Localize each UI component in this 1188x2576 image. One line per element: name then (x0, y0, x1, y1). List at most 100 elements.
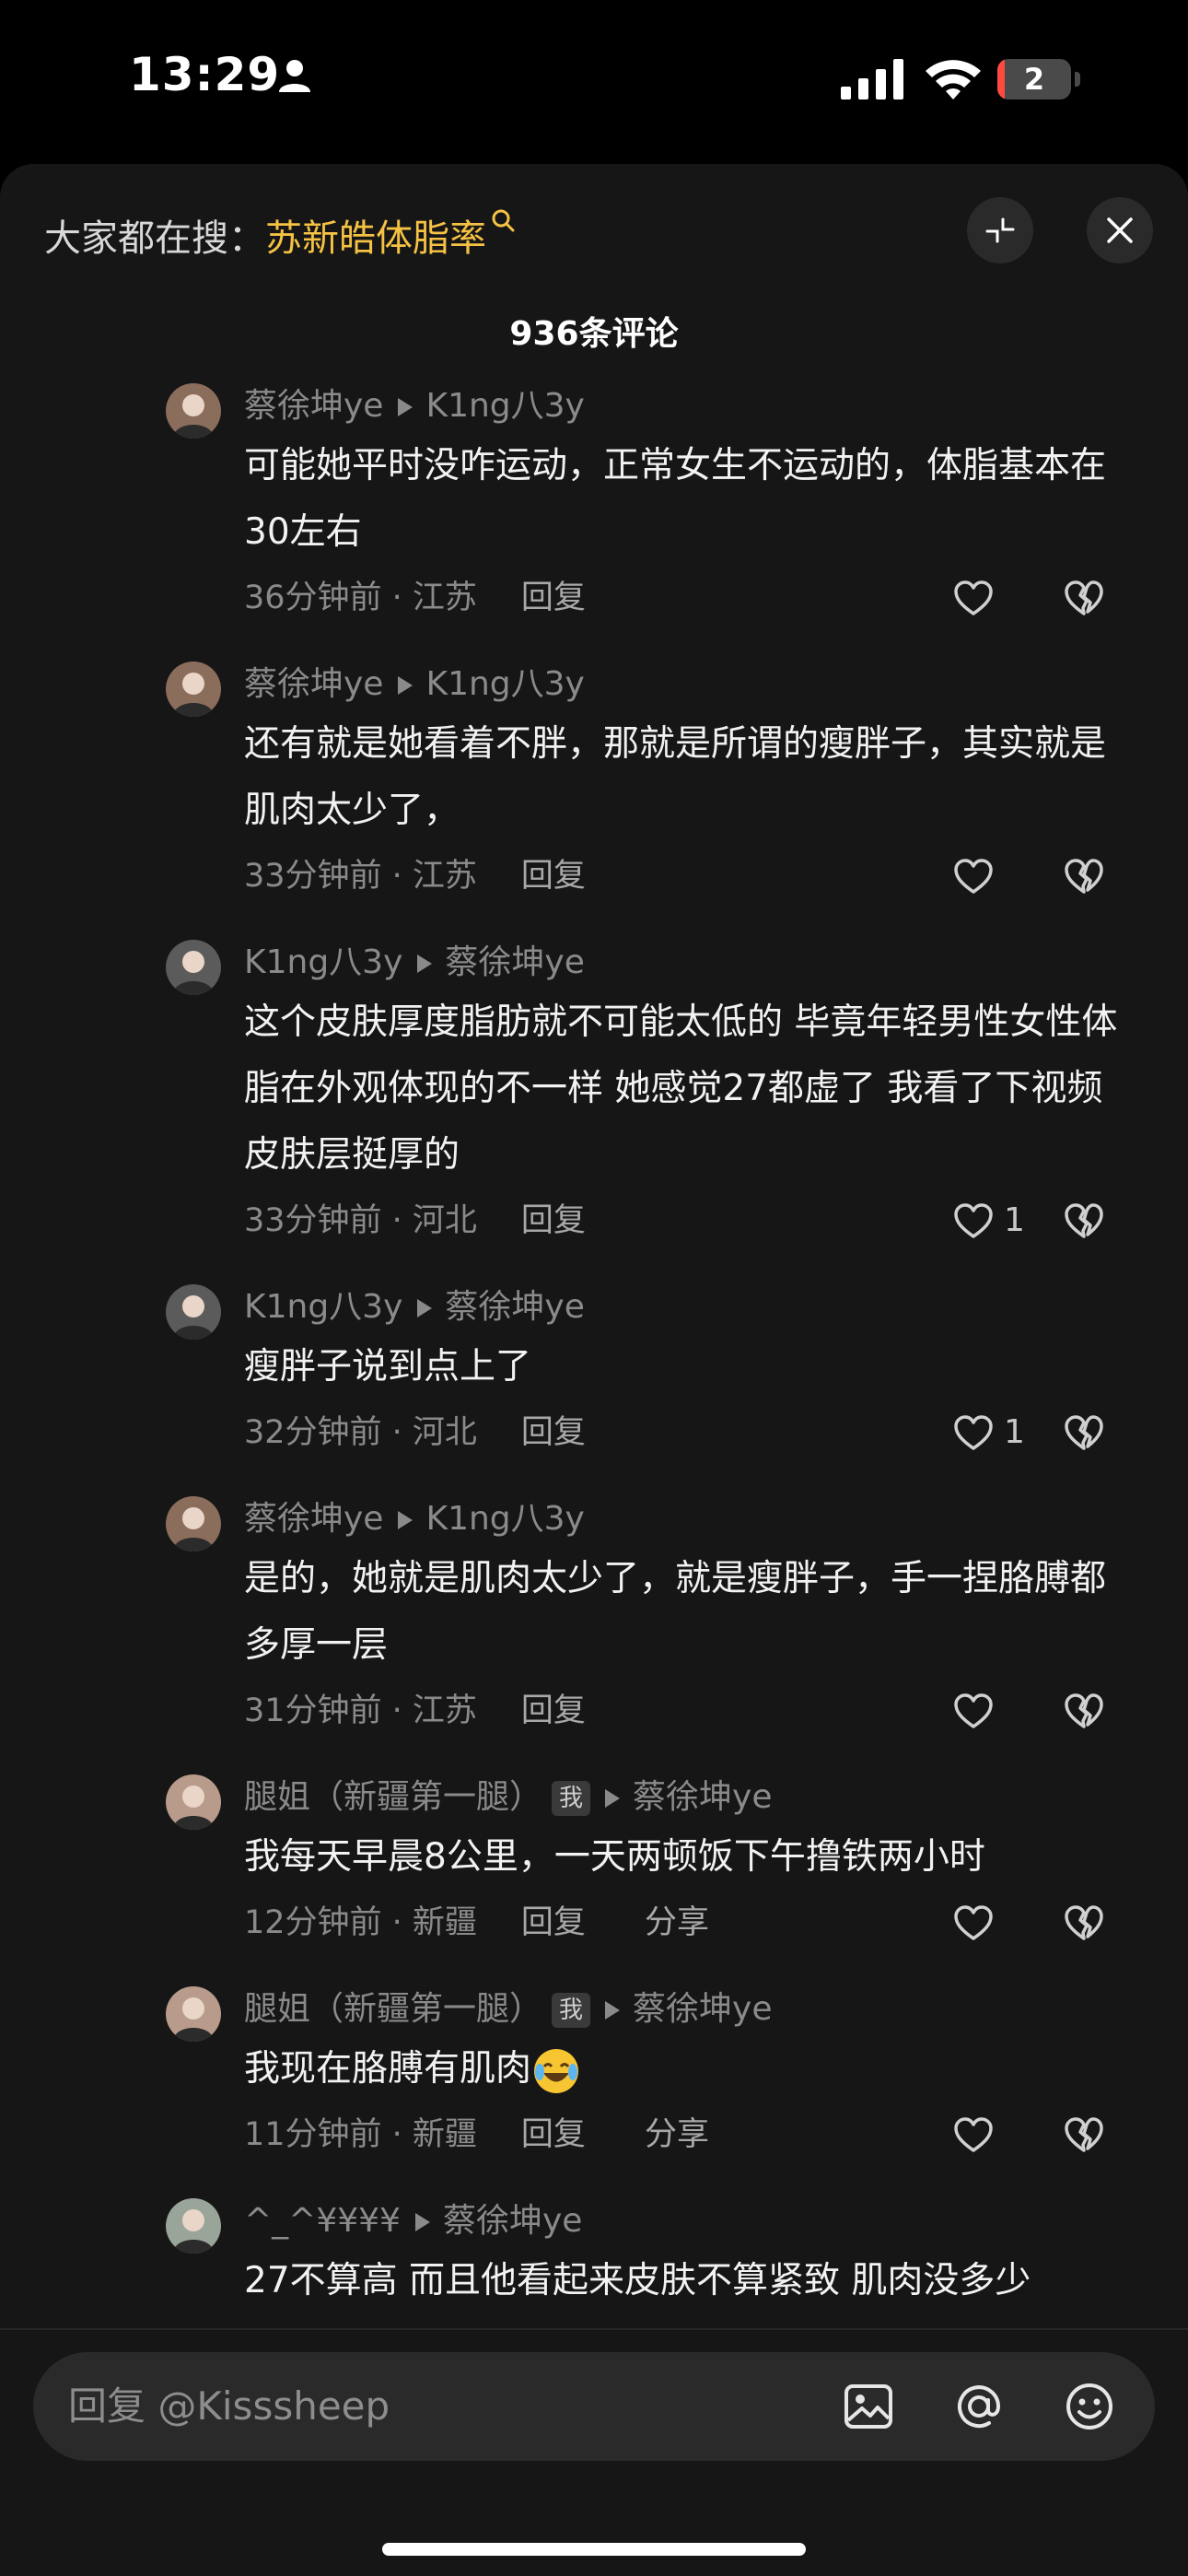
avatar[interactable] (166, 940, 221, 995)
comment-item[interactable]: K1ng八3y 蔡徐坤ye 这个皮肤厚度脂肪就不可能太低的 毕竟年轻男性女性体脂在外… (0, 940, 1188, 1253)
search-icon (492, 209, 515, 232)
comment-text-content: 这个皮肤厚度脂肪就不可能太低的 毕竟年轻男性女性体脂在外观体现的不一样 她感觉2… (244, 1001, 1118, 1176)
avatar[interactable] (166, 662, 221, 717)
laughing-crying-emoji (534, 2048, 579, 2093)
comment-author[interactable]: ^_^¥¥¥¥ (244, 2202, 401, 2240)
reply-to-user[interactable]: 蔡徐坤ye (445, 1288, 584, 1326)
comment-text-content: 我现在胳膊有肌肉 (244, 2048, 532, 2090)
comment-item[interactable]: K1ng八3y 蔡徐坤ye 瘦胖子说到点上了 32分钟前 · 河北 回复 1 (0, 1284, 1188, 1465)
comment-author[interactable]: 蔡徐坤ye (244, 1500, 383, 1538)
heart-icon (952, 1202, 995, 1239)
comment-author[interactable]: K1ng八3y (244, 943, 402, 981)
comment-meta: ^_^¥¥¥¥ 蔡徐坤ye (244, 2198, 1133, 2244)
comment-item[interactable]: 蔡徐坤ye K1ng八3y 可能她平时没咋运动，正常女生不运动的，体脂基本在30左右… (0, 383, 1188, 630)
reply-button[interactable]: 回复 (521, 1904, 586, 1941)
like-button[interactable] (952, 2113, 995, 2156)
broken-heart-icon (1063, 1905, 1105, 1952)
reply-to-user[interactable]: 蔡徐坤ye (633, 1778, 772, 1816)
reply-arrow-icon (417, 954, 433, 973)
comment-text-content: 可能她平时没咋运动，正常女生不运动的，体脂基本在30左右 (244, 445, 1107, 553)
comment-item[interactable]: 蔡徐坤ye K1ng八3y 是的，她就是肌肉太少了，就是瘦胖子，手一捏胳膊都多厚一层… (0, 1496, 1188, 1743)
share-button[interactable]: 分享 (645, 2116, 709, 2153)
heart-icon (952, 858, 995, 895)
emoji-icon[interactable] (1063, 2380, 1116, 2433)
comment-text-content: 27不算高 而且他看起来皮肤不算紧致 肌肉没多少 (244, 2260, 1031, 2301)
comment-author[interactable]: 蔡徐坤ye (244, 387, 383, 425)
comments-sheet: 大家都在搜：苏新皓体脂率 936条评论 蔡徐坤ye K1ng八3y 可能她平时没咋运… (0, 164, 1188, 2576)
comment-author[interactable]: 蔡徐坤ye (244, 665, 383, 703)
like-button[interactable] (952, 577, 995, 619)
like-button[interactable] (952, 855, 995, 897)
dislike-button[interactable] (1063, 1902, 1105, 1944)
heart-icon (952, 1904, 995, 1941)
avatar[interactable] (166, 1496, 221, 1551)
reply-to-user[interactable]: 蔡徐坤ye (443, 2202, 582, 2240)
like-button[interactable]: 1 (952, 1200, 1025, 1242)
reply-to-user[interactable]: K1ng八3y (425, 387, 584, 425)
dislike-button[interactable] (1063, 855, 1105, 897)
search-hint-prefix: 大家都在搜： (44, 217, 265, 260)
reply-button[interactable]: 回复 (521, 2116, 586, 2153)
avatar[interactable] (166, 383, 221, 439)
comment-footer: 31分钟前 · 江苏 回复 (244, 1679, 1133, 1743)
like-button[interactable]: 1 (952, 1411, 1025, 1454)
dislike-button[interactable] (1063, 1690, 1105, 1732)
comment-item[interactable]: ^_^¥¥¥¥ 蔡徐坤ye 27不算高 而且他看起来皮肤不算紧致 肌肉没多少 (0, 2198, 1188, 2314)
image-icon[interactable] (842, 2380, 895, 2433)
share-button[interactable]: 分享 (645, 1904, 709, 1941)
dislike-button[interactable] (1063, 1411, 1105, 1454)
comment-author[interactable]: 腿姐（新疆第一腿） (244, 1990, 542, 2028)
search-hint-keyword[interactable]: 苏新皓体脂率 (265, 217, 486, 260)
reply-to-user[interactable]: K1ng八3y (425, 1500, 584, 1538)
at-icon[interactable] (952, 2380, 1006, 2433)
avatar[interactable] (166, 1284, 221, 1340)
dislike-button[interactable] (1063, 577, 1105, 619)
comment-time-location: 32分钟前 · 河北 (244, 1414, 477, 1451)
comment-time-location: 11分钟前 · 新疆 (244, 2116, 477, 2153)
heart-icon (952, 580, 995, 616)
wifi-icon (926, 60, 981, 100)
reply-button[interactable]: 回复 (521, 1202, 586, 1239)
comment-meta: 腿姐（新疆第一腿） 我 蔡徐坤ye (244, 1986, 1133, 2032)
comment-text: 27不算高 而且他看起来皮肤不算紧致 肌肉没多少 (244, 2248, 1133, 2314)
comment-item[interactable]: 腿姐（新疆第一腿） 我 蔡徐坤ye 我每天早晨8公里，一天两顿饭下午撸铁两小时 12分钟… (0, 1774, 1188, 1955)
comment-time-location: 36分钟前 · 江苏 (244, 580, 477, 616)
comment-author[interactable]: 腿姐（新疆第一腿） (244, 1778, 542, 1816)
comment-time-location: 33分钟前 · 河北 (244, 1202, 477, 1239)
home-indicator[interactable] (382, 2543, 806, 2556)
comment-author[interactable]: K1ng八3y (244, 1288, 402, 1326)
close-button[interactable] (1087, 197, 1153, 263)
reply-to-user[interactable]: 蔡徐坤ye (445, 943, 584, 981)
reply-placeholder: 回复 @Kisssheep (68, 2383, 390, 2429)
reply-button[interactable]: 回复 (521, 1414, 586, 1451)
trending-search-hint[interactable]: 大家都在搜：苏新皓体脂率 (44, 208, 518, 262)
reply-arrow-icon (605, 2001, 621, 2020)
broken-heart-icon (1063, 859, 1105, 906)
comment-text-content: 我每天早晨8公里，一天两顿饭下午撸铁两小时 (244, 1836, 985, 1878)
reply-arrow-icon (605, 1789, 621, 1808)
avatar[interactable] (166, 1986, 221, 2042)
avatar[interactable] (166, 1774, 221, 1830)
reply-button[interactable]: 回复 (521, 1692, 586, 1729)
comment-item[interactable]: 蔡徐坤ye K1ng八3y 还有就是她看着不胖，那就是所谓的瘦胖子，其实就是肌肉太少… (0, 662, 1188, 908)
like-count: 1 (1004, 1413, 1025, 1451)
reply-to-user[interactable]: K1ng八3y (425, 665, 584, 703)
avatar[interactable] (166, 2198, 221, 2254)
reply-arrow-icon (414, 2213, 430, 2231)
like-button[interactable] (952, 1690, 995, 1732)
close-icon (1107, 217, 1133, 243)
reply-to-user[interactable]: 蔡徐坤ye (633, 1990, 772, 2028)
collapse-button[interactable] (967, 197, 1033, 263)
collapse-icon (985, 217, 1015, 243)
reply-arrow-icon (398, 1511, 413, 1529)
dislike-button[interactable] (1063, 2113, 1105, 2156)
dislike-button[interactable] (1063, 1200, 1105, 1242)
like-button[interactable] (952, 1902, 995, 1944)
heart-icon (952, 1692, 995, 1729)
reply-button[interactable]: 回复 (521, 858, 586, 895)
reply-input[interactable]: 回复 @Kisssheep (33, 2352, 1155, 2461)
me-badge: 我 (552, 1781, 591, 1816)
reply-arrow-icon (417, 1299, 433, 1317)
comment-item[interactable]: 腿姐（新疆第一腿） 我 蔡徐坤ye 我现在胳膊有肌肉 11分钟前 · 新疆 回复 分享 (0, 1986, 1188, 2167)
reply-button[interactable]: 回复 (521, 580, 586, 616)
